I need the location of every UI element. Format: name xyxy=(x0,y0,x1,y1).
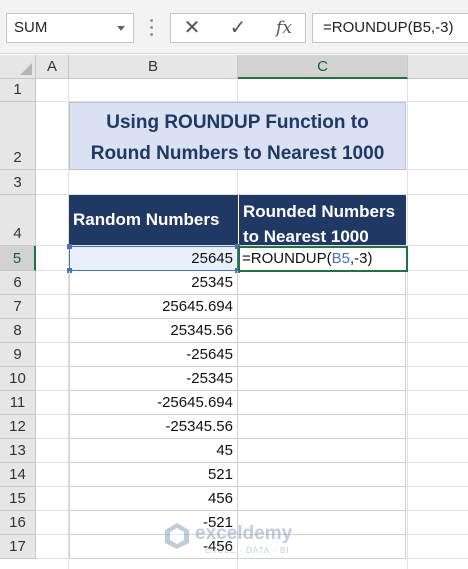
selection-handle[interactable] xyxy=(67,244,72,249)
cell-c14[interactable] xyxy=(238,463,406,487)
cell-b10[interactable]: -25345 xyxy=(69,367,238,391)
cell-c5-editing[interactable]: =ROUNDUP(B5,-3) xyxy=(238,246,408,272)
formula-input[interactable]: =ROUNDUP(B5,-3) xyxy=(312,13,468,43)
cell-b9[interactable]: -25645 xyxy=(69,343,238,367)
exceldemy-logo-icon xyxy=(165,523,189,549)
watermark-tagline: EXCEL · DATA · BI xyxy=(205,546,290,555)
column-header-c[interactable]: C xyxy=(238,55,408,79)
cell-b8[interactable]: 25345.56 xyxy=(69,319,238,343)
row-header-10[interactable]: 10 xyxy=(0,367,36,391)
row-header-12[interactable]: 12 xyxy=(0,415,36,439)
row-header-5[interactable]: 5 xyxy=(0,246,36,271)
cell-b12[interactable]: -25345.56 xyxy=(69,415,238,439)
row-header-2[interactable]: 2 xyxy=(0,102,36,170)
watermark: exceldemy EXCEL · DATA · BI xyxy=(163,520,323,560)
enter-icon[interactable]: ✓ xyxy=(223,14,253,42)
drag-handle-icon[interactable] xyxy=(150,19,153,37)
row-header-6[interactable]: 6 xyxy=(0,271,36,295)
header-random-numbers[interactable]: Random Numbers xyxy=(69,195,238,245)
row-header-15[interactable]: 15 xyxy=(0,487,36,511)
title-line-2: Round Numbers to Nearest 1000 xyxy=(90,143,385,164)
row-header-7[interactable]: 7 xyxy=(0,295,36,319)
row-header-14[interactable]: 14 xyxy=(0,463,36,487)
row-header-9[interactable]: 9 xyxy=(0,343,36,367)
formula-suffix: ,-3) xyxy=(349,250,373,267)
formula-prefix: =ROUNDUP( xyxy=(242,250,332,267)
cell-c8[interactable] xyxy=(238,319,406,343)
cell-b13[interactable]: 45 xyxy=(69,439,238,463)
row-header-13[interactable]: 13 xyxy=(0,439,36,463)
cell-c15[interactable] xyxy=(238,487,406,511)
cell-c6[interactable] xyxy=(238,271,406,295)
name-box-value: SUM xyxy=(14,19,48,36)
cell-b11[interactable]: -25645.694 xyxy=(69,391,238,415)
watermark-name: exceldemy xyxy=(195,523,293,544)
row-header-4[interactable]: 4 xyxy=(0,195,36,246)
column-header-d[interactable] xyxy=(408,55,468,79)
select-all-button[interactable] xyxy=(0,55,36,79)
insert-function-icon[interactable]: fx xyxy=(269,14,299,42)
cell-value: 25645 xyxy=(191,250,233,267)
column-header-b[interactable]: B xyxy=(69,55,238,79)
cell-c7[interactable] xyxy=(238,295,406,319)
cell-c11[interactable] xyxy=(238,391,406,415)
cell-c10[interactable] xyxy=(238,367,406,391)
row-header-16[interactable]: 16 xyxy=(0,511,36,535)
row-header-1[interactable]: 1 xyxy=(0,79,36,102)
formula-buttons: ✕ ✓ fx xyxy=(170,13,306,43)
cell-c12[interactable] xyxy=(238,415,406,439)
gridline xyxy=(407,79,408,569)
formula-bar: SUM ✕ ✓ fx =ROUNDUP(B5,-3) xyxy=(0,0,468,54)
cell-b14[interactable]: 521 xyxy=(69,463,238,487)
title-cell[interactable]: Using ROUNDUP Function to Round Numbers … xyxy=(69,102,406,170)
cell-c13[interactable] xyxy=(238,439,406,463)
cell-b7[interactable]: 25645.694 xyxy=(69,295,238,319)
cell-b5[interactable]: 25645 xyxy=(67,244,240,273)
column-header-a[interactable]: A xyxy=(36,55,69,79)
row-header-17[interactable]: 17 xyxy=(0,535,36,559)
chevron-down-icon[interactable] xyxy=(117,26,125,31)
cell-b6[interactable]: 25345 xyxy=(69,271,238,295)
cancel-icon[interactable]: ✕ xyxy=(177,14,207,42)
header-rounded-numbers[interactable]: Rounded Numbers to Nearest 1000 xyxy=(238,195,406,246)
header-rounded-line-1: Rounded Numbers xyxy=(243,202,396,221)
row-header-3[interactable]: 3 xyxy=(0,170,36,195)
row-header-8[interactable]: 8 xyxy=(0,319,36,343)
row-header-11[interactable]: 11 xyxy=(0,391,36,415)
cell-c9[interactable] xyxy=(238,343,406,367)
title-line-1: Using ROUNDUP Function to xyxy=(106,112,369,133)
cell-b15[interactable]: 456 xyxy=(69,487,238,511)
name-box[interactable]: SUM xyxy=(6,13,134,43)
formula-reference: B5 xyxy=(331,250,350,267)
